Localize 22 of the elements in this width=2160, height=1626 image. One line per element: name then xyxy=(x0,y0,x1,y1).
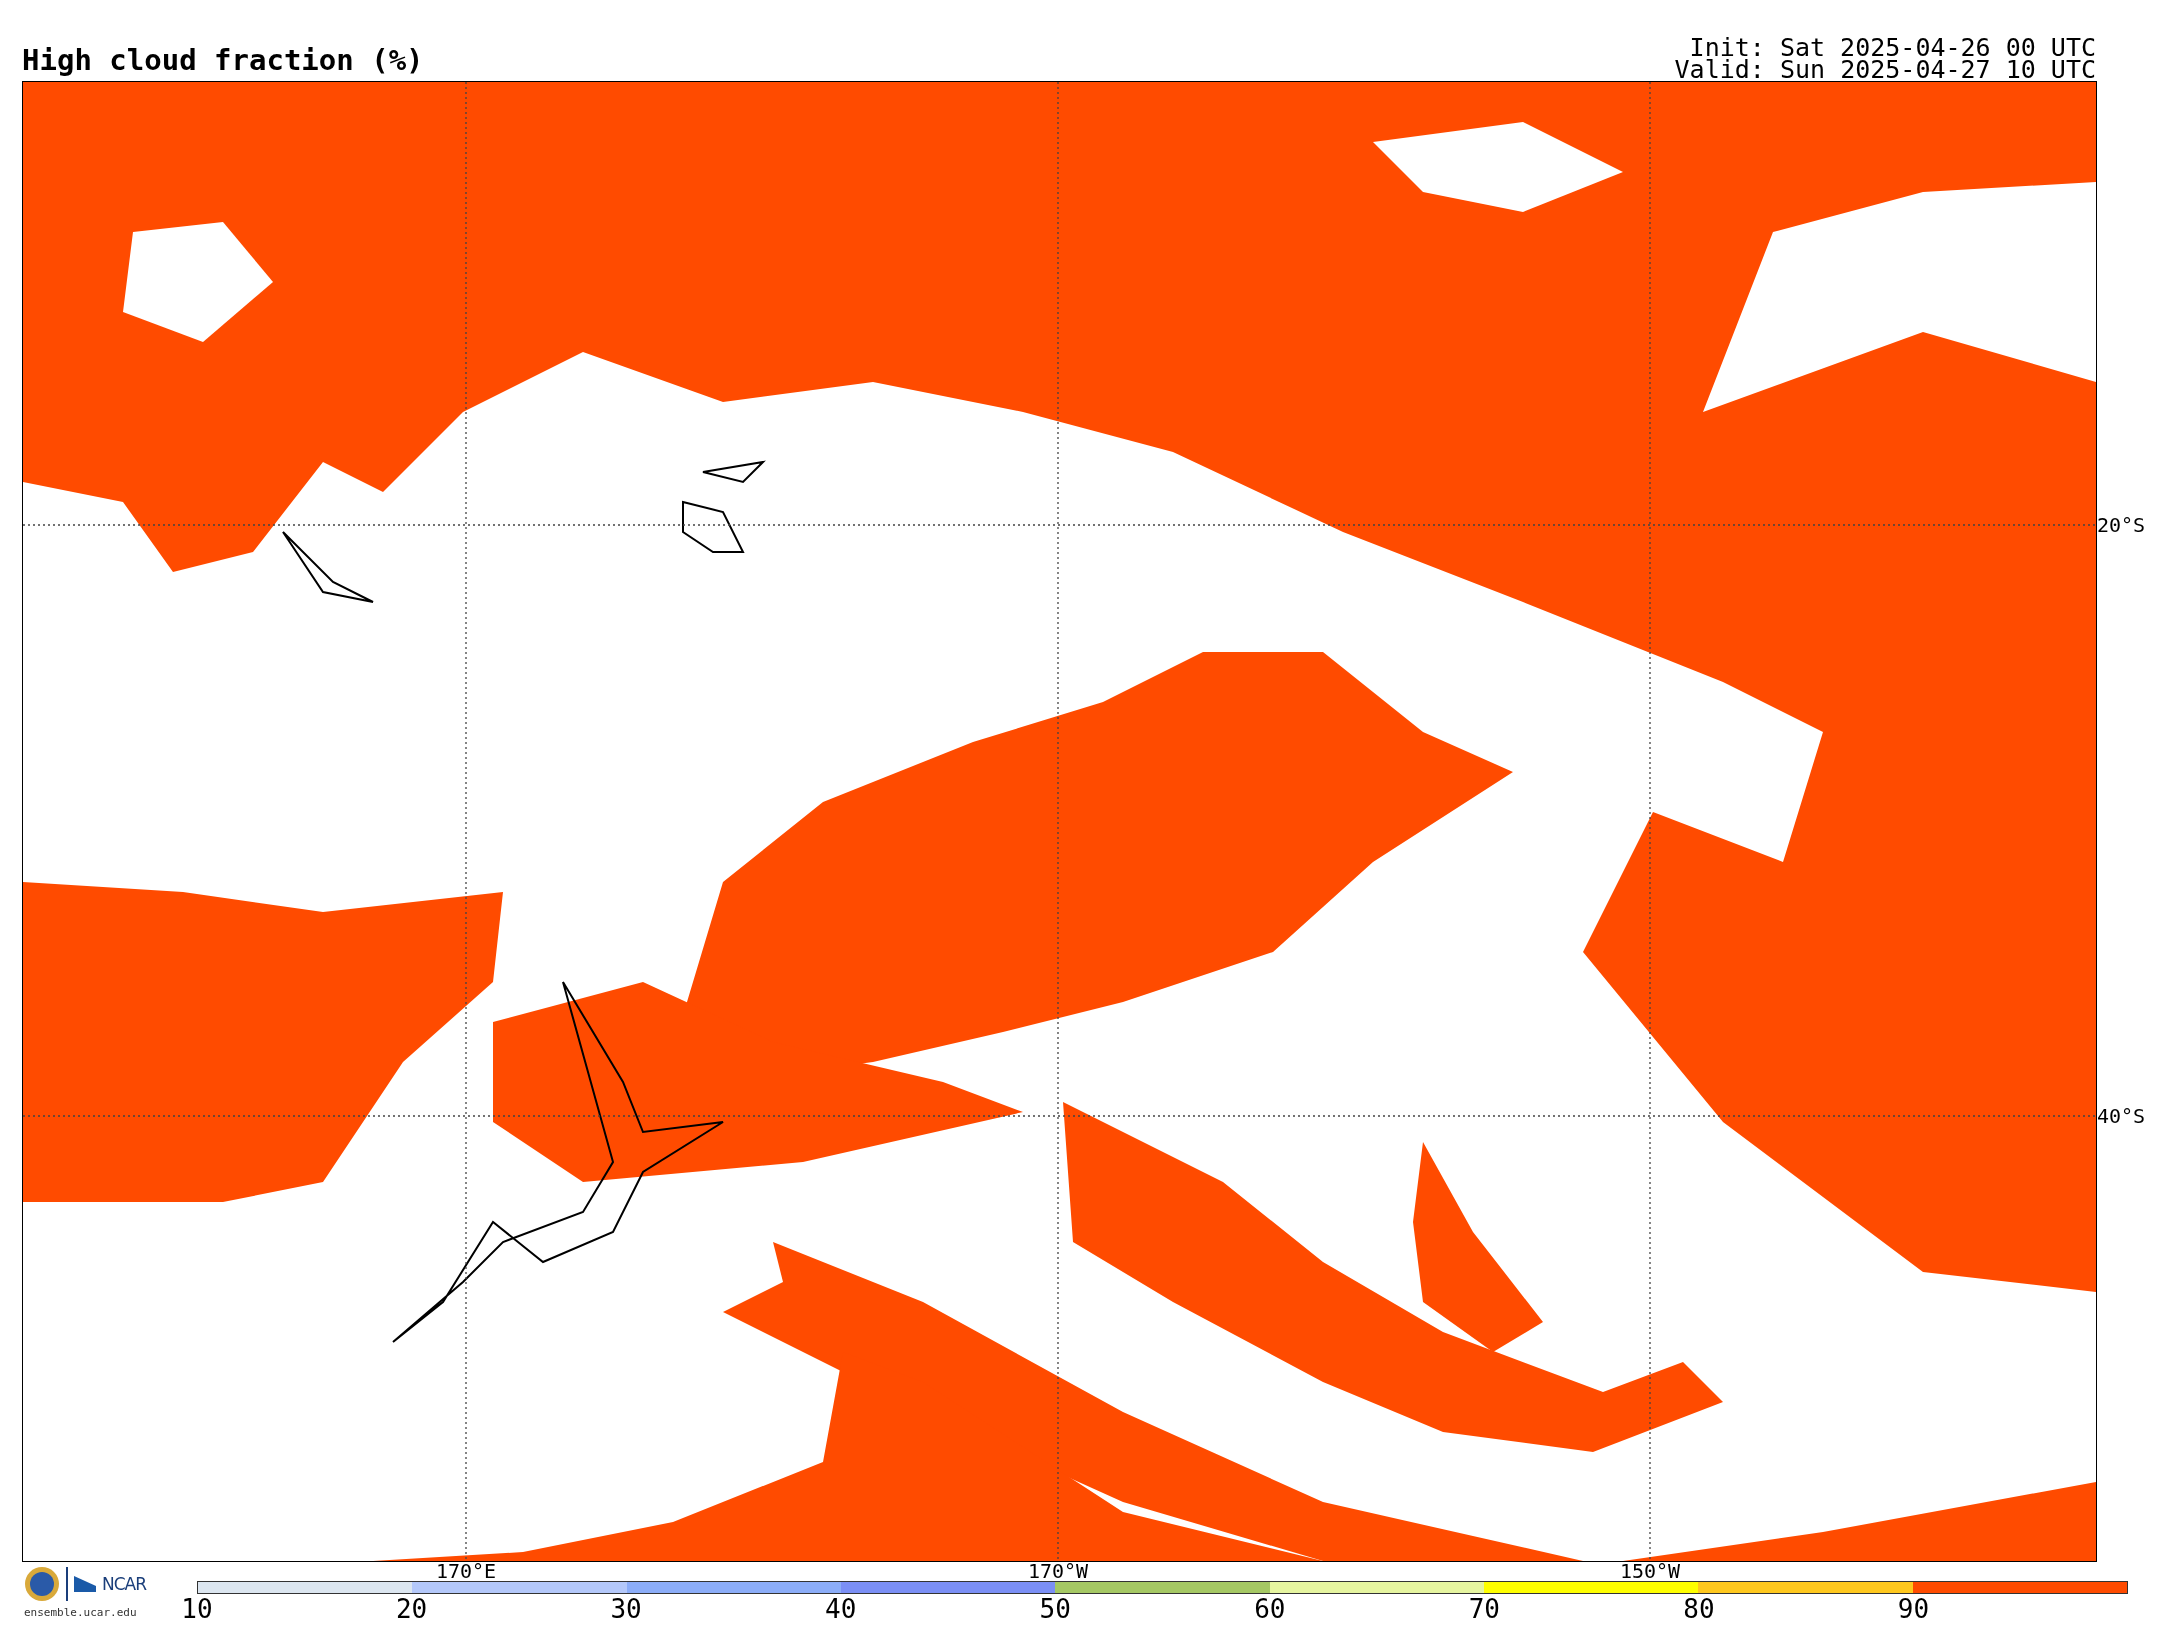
run-info-text: Valid: Sun 2025-04-27 10 UTC xyxy=(1674,59,2096,81)
colorbar-tick-label: 80 xyxy=(1683,1594,1715,1624)
website-url: ensemble.ucar.edu xyxy=(24,1606,137,1619)
colorbar-tick-label: 20 xyxy=(395,1594,428,1624)
colorbar-tick-label: 90 xyxy=(1897,1594,1930,1624)
chart-title: High cloud fraction (%) xyxy=(22,43,424,77)
colorbar-tick-label: 40 xyxy=(825,1594,857,1624)
colorbar-tick-label: 30 xyxy=(610,1594,642,1624)
colorbar-tick-label: 60 xyxy=(1254,1594,1286,1624)
run-info-text: Init: Sat 2025-04-26 00 UTC xyxy=(1689,37,2096,59)
colorbar-tick-label: 70 xyxy=(1468,1594,1501,1624)
seal-icon xyxy=(24,1566,60,1602)
longitude-label: 170°E xyxy=(435,1562,497,1581)
wedge-icon xyxy=(74,1576,96,1592)
latitude-label: 40°S xyxy=(2097,1106,2146,1126)
longitude-label: 150°W xyxy=(1619,1562,1681,1581)
colorbar-tick-label: 10 xyxy=(181,1594,213,1624)
colorbar-tick-label: 50 xyxy=(1039,1594,1071,1624)
longitude-label: 170°W xyxy=(1027,1562,1089,1581)
latitude-label: 20°S xyxy=(2097,515,2146,535)
divider-line xyxy=(66,1567,68,1601)
logo-text: NCAR xyxy=(102,1574,147,1594)
